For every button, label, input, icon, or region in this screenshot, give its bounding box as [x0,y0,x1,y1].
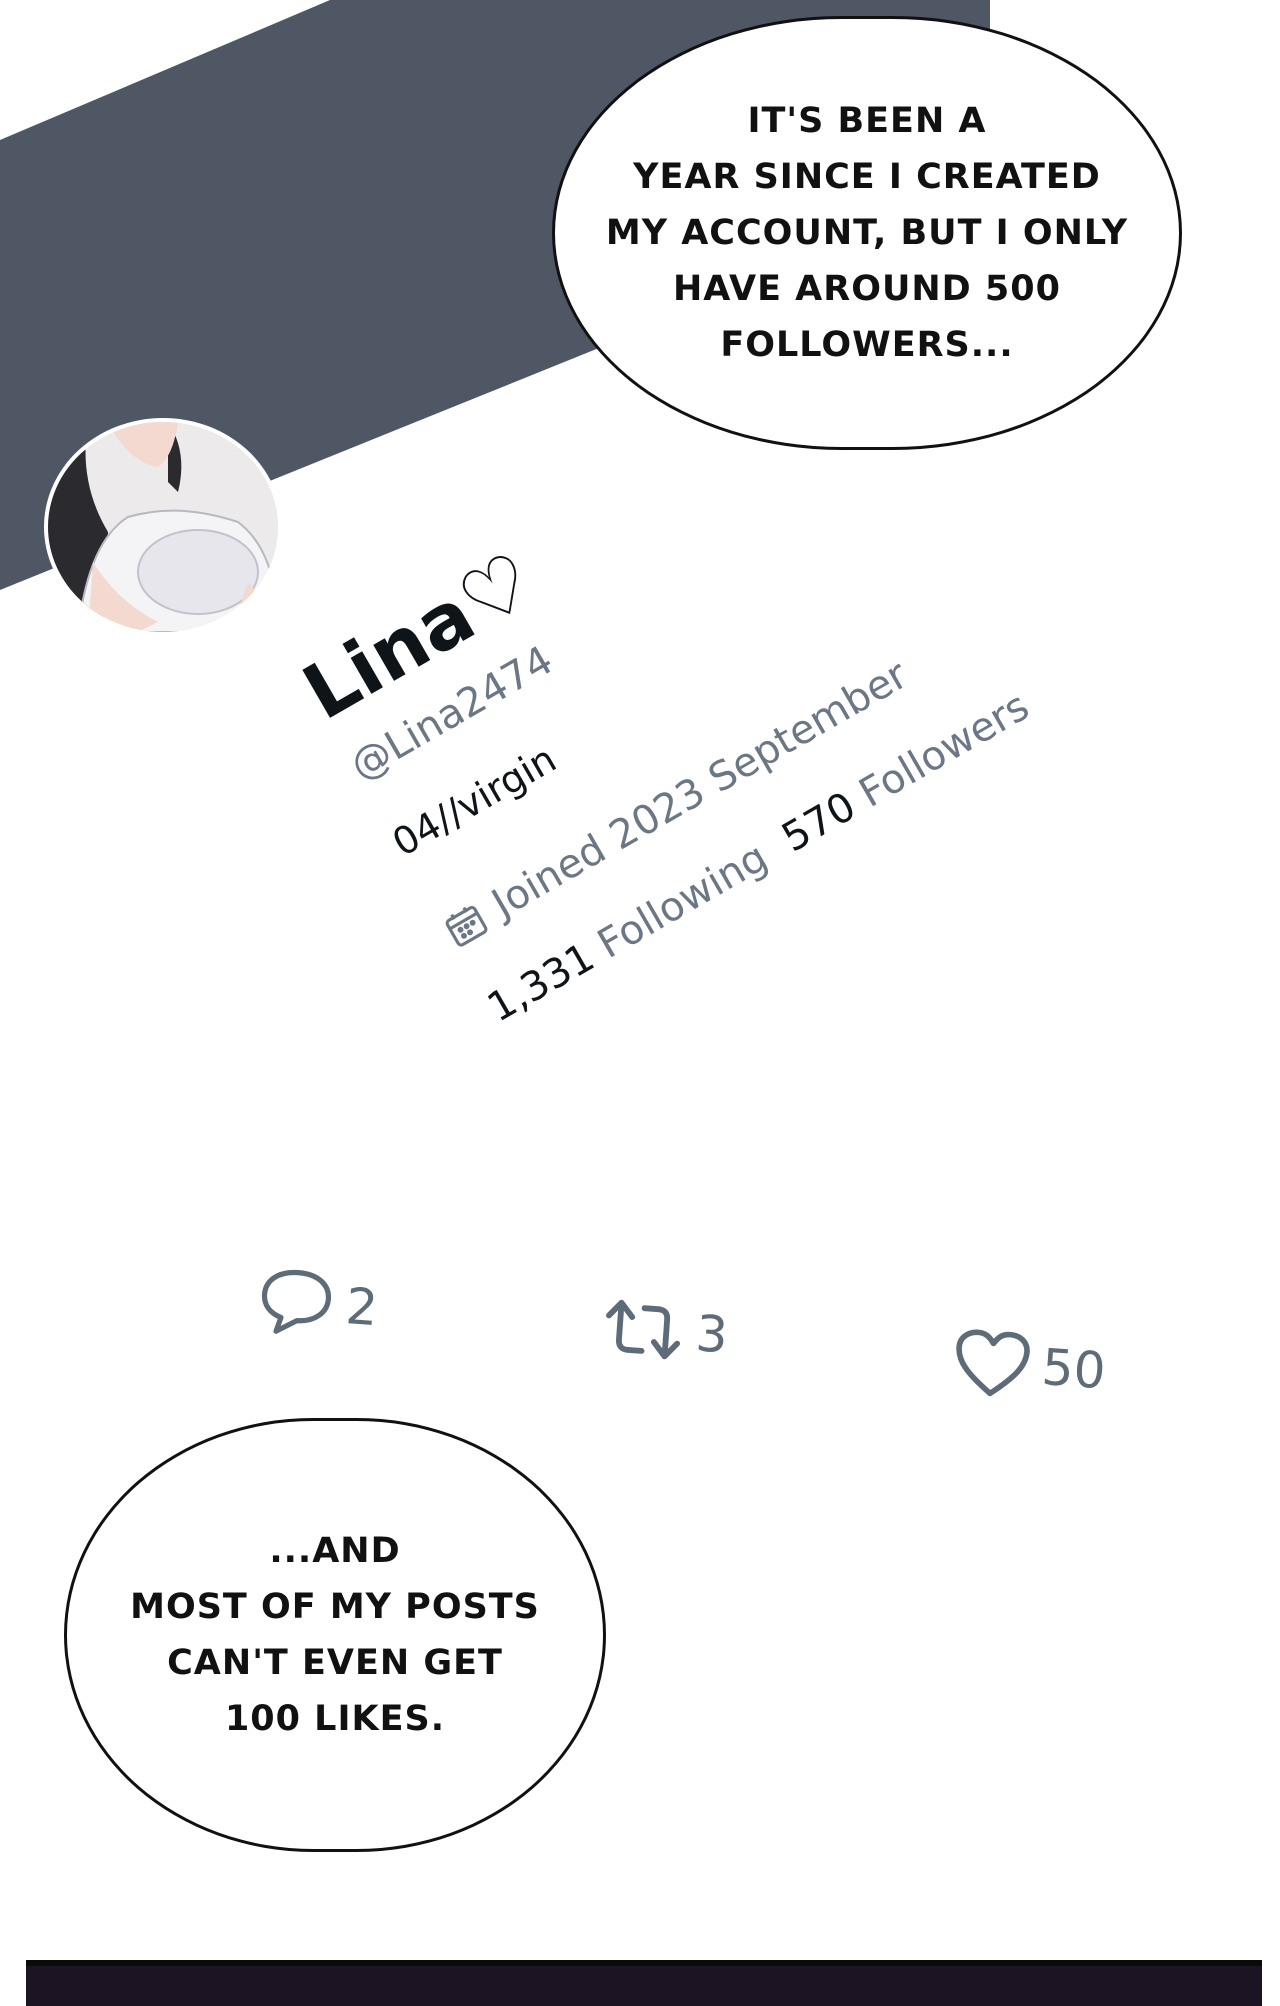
speech-bubble-bottom-text: ...AND MOST OF MY POSTS CAN'T EVEN GET 1… [130,1531,540,1739]
calendar-icon [445,905,488,947]
repost-icon [606,1299,681,1360]
reply-count: 2 [343,1277,380,1338]
speech-bubble-top: IT'S BEEN A YEAR SINCE I CREATED MY ACCO… [552,16,1182,450]
heart-icon [956,1329,1030,1397]
repost-button[interactable]: 3 [598,1292,730,1371]
avatar[interactable] [44,418,282,636]
like-button[interactable]: 50 [950,1325,1108,1408]
following-count: 1,331 [479,934,603,1032]
speech-bubble-icon [261,1269,331,1334]
followers-count: 570 [774,783,864,862]
reply-button[interactable]: 2 [253,1262,380,1346]
repost-count: 3 [693,1304,730,1365]
next-panel-edge [26,1960,1262,2006]
like-count: 50 [1039,1337,1108,1401]
avatar-image [48,422,278,632]
speech-bubble-top-text: IT'S BEEN A YEAR SINCE I CREATED MY ACCO… [605,101,1129,365]
speech-bubble-bottom: ...AND MOST OF MY POSTS CAN'T EVEN GET 1… [64,1418,606,1852]
